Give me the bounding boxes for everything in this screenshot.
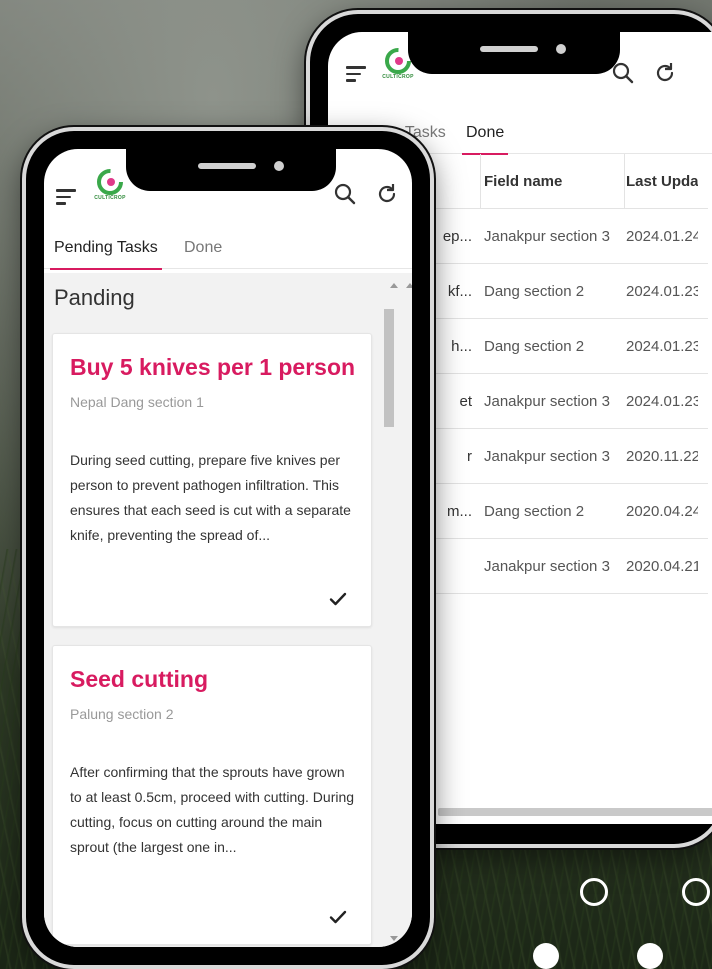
scroll-up-icon[interactable] <box>406 283 412 288</box>
task-location: Palung section 2 <box>70 706 174 722</box>
cell-date: 2020.04.21 <box>626 558 698 575</box>
task-title: Buy 5 knives per 1 person <box>70 354 356 380</box>
refresh-icon[interactable] <box>374 181 400 207</box>
logo-text: CULTICROP <box>382 74 414 80</box>
refresh-icon[interactable] <box>652 60 678 86</box>
pending-task-list[interactable]: Panding Buy 5 knives per 1 person Nepal … <box>44 273 412 947</box>
carousel-indicator <box>682 878 710 906</box>
culticrop-logo: CULTICROP <box>90 169 130 215</box>
cell-field: Dang section 2 <box>484 283 585 300</box>
vertical-scrollbar-thumb[interactable] <box>384 309 394 427</box>
cell-field: Dang section 2 <box>484 338 585 355</box>
scroll-up-icon[interactable] <box>390 283 398 288</box>
column-header-updated[interactable]: Last Updat <box>626 154 698 209</box>
scroll-down-icon[interactable] <box>390 936 398 941</box>
tab-done[interactable]: Done <box>461 114 509 155</box>
phone-pending-screen: CULTICROP Pending Tasks Done Panding Buy… <box>22 127 434 969</box>
cell-field: Janakpur section 3 <box>484 558 610 575</box>
search-icon[interactable] <box>332 181 358 207</box>
phone-notch <box>408 28 620 74</box>
check-icon[interactable] <box>329 590 347 608</box>
cell-date: 2020.04.24 <box>626 503 698 520</box>
cell-date: 2024.01.23 <box>626 393 698 410</box>
cell-date: 2020.11.22 <box>626 448 698 465</box>
phone-notch <box>126 145 336 191</box>
menu-icon[interactable] <box>56 189 76 205</box>
tab-bar: Pending Tasks Done <box>44 229 412 270</box>
check-icon[interactable] <box>329 908 347 926</box>
cell-field: Janakpur section 3 <box>484 228 610 245</box>
task-title: Seed cutting <box>70 666 209 692</box>
cell-field: Janakpur section 3 <box>484 448 610 465</box>
tab-pending-tasks[interactable]: Pending Tasks <box>50 229 162 270</box>
tab-done[interactable]: Done <box>184 229 222 269</box>
cell-date: 2024.01.24 <box>626 228 698 245</box>
task-card[interactable]: Buy 5 knives per 1 person Nepal Dang sec… <box>52 333 372 627</box>
carousel-indicator <box>580 878 608 906</box>
cell-field: Janakpur section 3 <box>484 393 610 410</box>
task-description: During seed cutting, prepare five knives… <box>70 452 351 543</box>
column-header-field[interactable]: Field name <box>484 154 622 209</box>
menu-icon[interactable] <box>346 66 366 82</box>
cell-date: 2024.01.23 <box>626 283 698 300</box>
task-card[interactable]: Seed cutting Palung section 2 After conf… <box>52 645 372 945</box>
task-location: Nepal Dang section 1 <box>70 394 204 410</box>
section-title: Panding <box>54 285 135 310</box>
cell-field: Dang section 2 <box>484 503 585 520</box>
column-divider <box>480 154 481 209</box>
logo-mark-icon <box>97 169 123 195</box>
cell-date: 2024.01.23 <box>626 338 698 355</box>
column-divider <box>624 154 625 209</box>
carousel-indicator-active <box>533 943 559 969</box>
app-screen-pending: CULTICROP Pending Tasks Done Panding Buy… <box>44 149 412 947</box>
horizontal-scrollbar[interactable] <box>438 808 712 816</box>
carousel-indicator-active <box>637 943 663 969</box>
task-description: After confirming that the sprouts have g… <box>70 764 355 855</box>
logo-text: CULTICROP <box>94 195 126 201</box>
